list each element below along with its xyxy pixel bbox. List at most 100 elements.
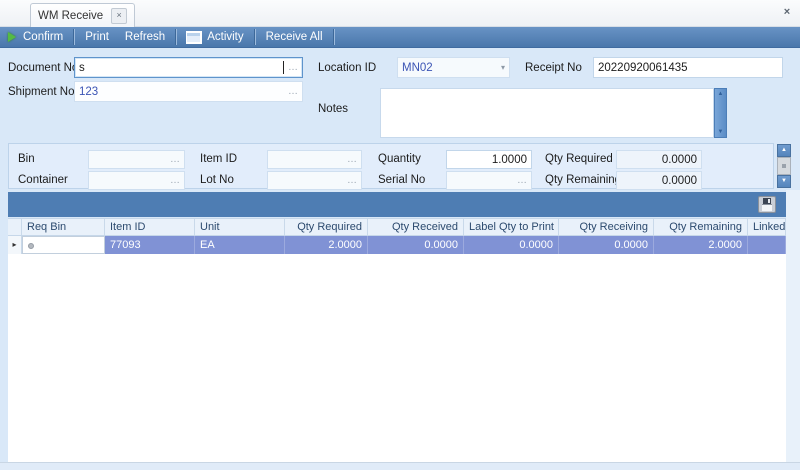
wm-receive-window: WM Receive × × Confirm Print Refresh Act… <box>0 0 800 470</box>
toolbar-separator <box>333 29 335 45</box>
grid-header-qty-receiving[interactable]: Qty Receiving <box>559 219 654 235</box>
save-icon-label <box>762 204 772 211</box>
grid-header-unit[interactable]: Unit <box>195 219 285 235</box>
tab-bar: WM Receive × × <box>0 0 800 27</box>
qty-remaining-value: 0.0000 <box>621 175 697 187</box>
bin-lookup-icon[interactable]: … <box>170 154 180 165</box>
grid-header-qty-received[interactable]: Qty Received <box>368 219 464 235</box>
shipment-no-label: Shipment No <box>8 86 74 98</box>
dropdown-arrow-icon[interactable]: ▾ <box>501 63 505 72</box>
document-no-label: Document No <box>8 62 78 74</box>
row-indicator-icon: ▸ <box>8 236 22 254</box>
quantity-value: 1.0000 <box>451 154 527 166</box>
tab-wm-receive[interactable]: WM Receive × <box>30 3 135 27</box>
grid-header-item-id[interactable]: Item ID <box>105 219 195 235</box>
receipt-no-value: 20220920061435 <box>598 62 778 74</box>
grid-header-req-bin[interactable]: Req Bin <box>22 219 105 235</box>
tab-close-icon[interactable]: × <box>111 8 127 24</box>
cell-item-id[interactable]: 77093 <box>105 236 195 254</box>
toolbar: Confirm Print Refresh Activity Receive A… <box>0 27 800 48</box>
grid-header-label-qty-to-print[interactable]: Label Qty to Print <box>464 219 559 235</box>
toolbar-separator <box>73 29 75 45</box>
quantity-label: Quantity <box>378 153 421 165</box>
qty-remaining-field: 0.0000 <box>616 171 702 190</box>
refresh-label: Refresh <box>125 31 165 43</box>
document-no-lookup-icon[interactable]: … <box>288 62 298 73</box>
cell-qty-receiving[interactable]: 0.0000 <box>559 236 654 254</box>
scroll-up-button[interactable]: ▲ <box>777 144 791 157</box>
bin-input[interactable]: … <box>88 150 185 169</box>
notes-textarea[interactable] <box>380 88 714 138</box>
lot-no-label: Lot No <box>200 174 234 186</box>
toolbar-separator <box>175 29 177 45</box>
location-id-label: Location ID <box>318 62 376 74</box>
scroll-up-icon: ▲ <box>781 147 787 153</box>
cell-qty-required[interactable]: 2.0000 <box>285 236 368 254</box>
activity-grid-icon <box>187 32 201 43</box>
scrollbar-thumb[interactable] <box>777 157 791 175</box>
notes-scrollbar[interactable]: ▲ ▼ <box>714 88 727 138</box>
lot-no-lookup-icon[interactable]: … <box>347 175 357 186</box>
grid-header-row: Req Bin Item ID Unit Qty Required Qty Re… <box>8 218 786 236</box>
receipt-no-label: Receipt No <box>525 62 582 74</box>
confirm-label: Confirm <box>23 31 63 43</box>
qty-required-field: 0.0000 <box>616 150 702 169</box>
window-close-icon[interactable]: × <box>780 5 794 19</box>
bin-label: Bin <box>18 153 35 165</box>
cell-req-bin[interactable] <box>22 236 105 254</box>
confirm-button[interactable]: Confirm <box>0 27 71 48</box>
play-icon <box>8 32 16 42</box>
req-bin-dot-icon <box>28 243 34 249</box>
grid-toolbar-band <box>8 192 786 217</box>
cell-qty-received[interactable]: 0.0000 <box>368 236 464 254</box>
serial-no-input[interactable]: … <box>446 171 532 190</box>
lot-no-input[interactable]: … <box>267 171 362 190</box>
cell-unit[interactable]: EA <box>195 236 285 254</box>
item-id-input[interactable]: … <box>267 150 362 169</box>
scroll-down-icon[interactable]: ▼ <box>718 129 724 135</box>
receipt-no-input[interactable]: 20220920061435 <box>593 57 783 78</box>
location-id-combo[interactable]: MN02 ▾ <box>397 57 510 78</box>
receive-all-button[interactable]: Receive All <box>258 27 331 48</box>
save-icon[interactable] <box>758 196 776 213</box>
table-row[interactable]: ▸ 77093 EA 2.0000 0.0000 0.0000 0.0000 2… <box>8 236 786 254</box>
quantity-input[interactable]: 1.0000 <box>446 150 532 169</box>
grid-header-qty-remaining[interactable]: Qty Remaining <box>654 219 748 235</box>
document-no-input[interactable]: s … <box>74 57 303 78</box>
scroll-down-button[interactable]: ▼ <box>777 175 791 188</box>
grid-header-linked[interactable]: Linked <box>748 219 786 235</box>
item-id-label: Item ID <box>200 153 237 165</box>
toolbar-separator <box>254 29 256 45</box>
print-label: Print <box>85 31 109 43</box>
shipment-no-value: 123 <box>79 86 284 98</box>
grid-header-qty-required[interactable]: Qty Required <box>285 219 368 235</box>
grid-background <box>8 218 786 463</box>
receive-all-label: Receive All <box>266 31 323 43</box>
activity-label: Activity <box>207 31 243 43</box>
notes-label: Notes <box>318 103 348 115</box>
qty-required-label: Qty Required <box>545 153 613 165</box>
shipment-no-lookup-icon[interactable]: … <box>288 86 298 97</box>
shipment-no-input[interactable]: 123 … <box>74 81 303 102</box>
cell-linked[interactable] <box>748 236 786 254</box>
qty-required-value: 0.0000 <box>621 154 697 166</box>
item-id-lookup-icon[interactable]: … <box>347 154 357 165</box>
scroll-up-icon[interactable]: ▲ <box>718 91 724 97</box>
activity-button[interactable]: Activity <box>179 27 251 48</box>
cell-label-qty-to-print[interactable]: 0.0000 <box>464 236 559 254</box>
document-no-value: s <box>79 62 282 74</box>
serial-no-label: Serial No <box>378 174 425 186</box>
cell-qty-remaining[interactable]: 2.0000 <box>654 236 748 254</box>
location-id-value: MN02 <box>402 62 497 74</box>
serial-no-lookup-icon[interactable]: … <box>517 175 527 186</box>
container-input[interactable]: … <box>88 171 185 190</box>
refresh-button[interactable]: Refresh <box>117 27 173 48</box>
tab-title: WM Receive <box>38 10 103 22</box>
container-lookup-icon[interactable]: … <box>170 175 180 186</box>
print-button[interactable]: Print <box>77 27 117 48</box>
detail-scrollbar[interactable]: ▲ ▼ <box>777 144 791 188</box>
bottom-strip <box>0 462 800 470</box>
container-label: Container <box>18 174 68 186</box>
qty-remaining-label: Qty Remaining <box>545 174 621 186</box>
items-grid: Req Bin Item ID Unit Qty Required Qty Re… <box>8 218 786 254</box>
